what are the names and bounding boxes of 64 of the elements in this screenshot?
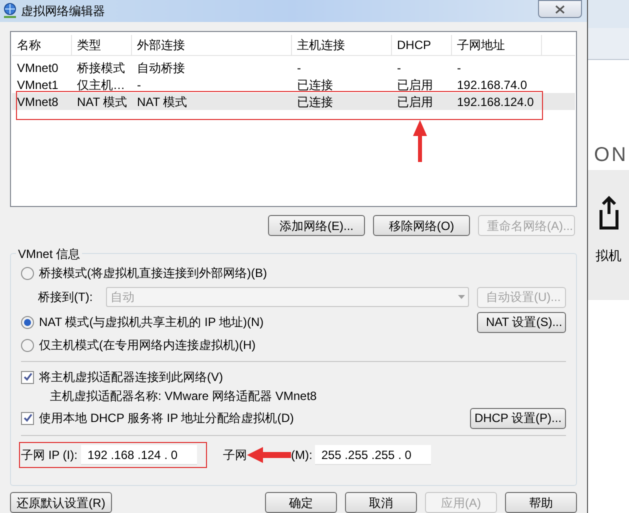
column-header[interactable]: 子网地址 (452, 35, 542, 55)
radio-button[interactable] (21, 338, 34, 352)
table-cell-text: 已连接 (296, 94, 334, 111)
table-cell-text: 桥接模式 (76, 60, 126, 77)
bridge-to-label: 桥接到(T): (38, 289, 94, 306)
subnet-mask-field[interactable]: 255 .255 .255 . 0 (315, 445, 432, 465)
window-title: 虚拟网络编辑器 (21, 3, 105, 20)
adapter-name-text: 主机虚拟适配器名称: VMware 网络适配器 VMnet8 (49, 388, 318, 405)
dialog-button[interactable]: 取消 (345, 492, 417, 513)
table-cell-text: 仅主机… (76, 77, 126, 94)
dialog-button[interactable]: 移除网络(O) (373, 215, 470, 236)
table-cell-text: NAT 模式 (76, 94, 128, 111)
checkbox-label: 使用本地 DHCP 服务将 IP 地址分配给虚拟机(D) (39, 410, 294, 427)
network-globe-icon (3, 3, 17, 19)
dialog-button[interactable]: 添加网络(E)... (268, 215, 365, 236)
close-button[interactable] (538, 0, 582, 18)
dialog-button[interactable]: 确定 (265, 492, 337, 513)
column-header[interactable]: 主机连接 (292, 35, 392, 55)
checkbox[interactable] (21, 370, 34, 384)
subnet-mask-label: 子网 (223, 447, 247, 464)
left-arrow-annotation (247, 447, 291, 463)
table-cell-text: - (136, 77, 142, 94)
table-cell-text: 自动桥接 (136, 60, 186, 77)
background-window-titlebar (588, 0, 629, 28)
radio-button[interactable] (21, 266, 34, 280)
table-cell-text: 已启用 (396, 77, 434, 94)
radio-label: NAT 模式(与虚拟机共享主机的 IP 地址)(N) (39, 314, 264, 331)
table-cell-text: 192.168.124.0 (456, 94, 535, 111)
column-header[interactable]: 名称 (12, 35, 72, 55)
column-header[interactable]: 外部连接 (132, 35, 292, 55)
dialog-button[interactable]: 帮助 (505, 492, 577, 513)
table-cell-text: 已启用 (396, 94, 434, 111)
table-cell-text: - (296, 60, 302, 77)
table-cell-text: - (456, 60, 462, 77)
table-cell-text: VMnet0 (16, 60, 60, 77)
column-header[interactable]: DHCP (392, 35, 452, 55)
upload-icon (598, 196, 620, 230)
network-row[interactable]: VMnet8 NAT 模式 NAT 模式 已连接 已启用 192.168.124.0 (12, 93, 575, 110)
subnet-ip-field[interactable]: 192 .168 .124 . 0 (81, 445, 198, 465)
checkbox[interactable] (21, 412, 34, 424)
background-window-text: ON (593, 143, 628, 168)
radio-label: 桥接模式(将虚拟机直接连接到外部网络)(B) (39, 265, 267, 282)
dropdown-caret-icon (458, 295, 465, 299)
subnet-mask-label: (M): (291, 447, 312, 464)
subnet-ip-label: 子网 IP (I): (21, 447, 78, 464)
table-cell-text: - (396, 60, 402, 77)
checkbox-label: 将主机虚拟适配器连接到此网络(V) (39, 369, 223, 386)
up-arrow-annotation (412, 120, 428, 162)
close-icon (555, 4, 565, 14)
table-cell-text: 192.168.74.0 (456, 77, 528, 94)
table-cell-text: VMnet8 (16, 94, 60, 111)
dialog-button[interactable]: NAT 设置(S)... (477, 312, 566, 332)
table-cell-text: NAT 模式 (136, 94, 188, 111)
group-title: VMnet 信息 (16, 245, 82, 263)
column-header[interactable]: 类型 (72, 35, 132, 55)
radio-button[interactable] (21, 316, 34, 328)
radio-label: 仅主机模式(在专用网络内连接虚拟机)(H) (39, 337, 256, 354)
table-cell-text: VMnet1 (16, 77, 60, 94)
table-cell-text: 已连接 (296, 77, 334, 94)
network-row[interactable]: VMnet1 仅主机… - 已连接 已启用 192.168.74.0 (12, 76, 575, 93)
network-row[interactable]: VMnet0 桥接模式 自动桥接 - - - (12, 59, 575, 76)
dialog-button[interactable]: 还原默认设置(R) (10, 492, 112, 513)
dialog-button[interactable]: DHCP 设置(P)... (470, 408, 566, 428)
background-window-text: 拟机 (596, 247, 622, 265)
